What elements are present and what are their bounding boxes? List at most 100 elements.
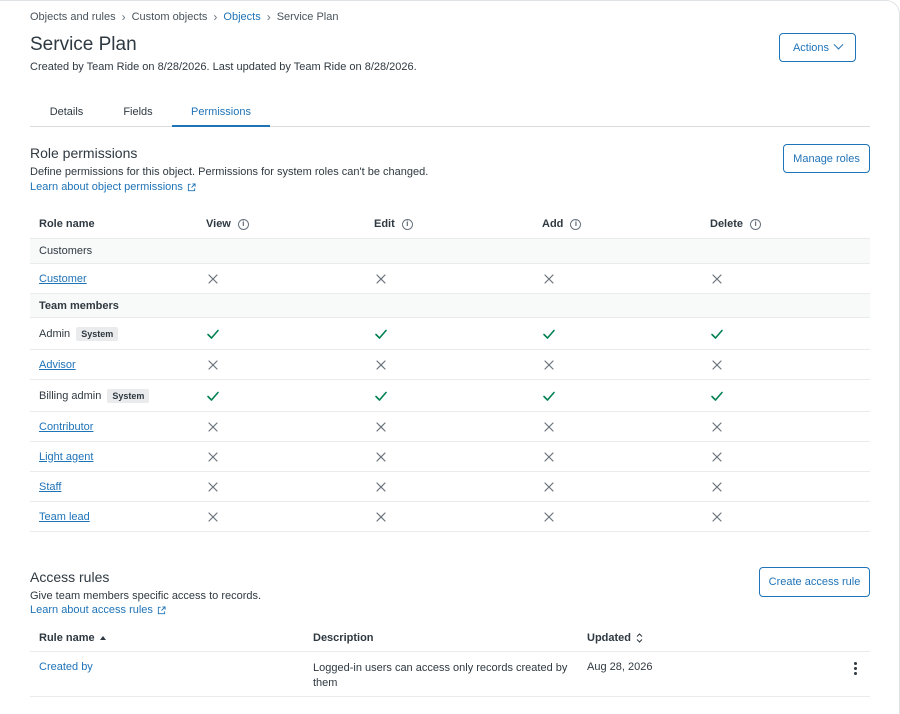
add-permission-cell	[542, 264, 556, 293]
edit-permission-cell	[374, 442, 388, 471]
learn-access-rules-link[interactable]: Learn about access rules	[30, 604, 166, 616]
x-icon	[208, 359, 218, 370]
delete-permission-cell	[710, 502, 724, 531]
role-cell: Advisor	[39, 350, 76, 379]
view-permission-cell	[206, 502, 220, 531]
role-link[interactable]: Staff	[39, 481, 61, 493]
tab-fields[interactable]: Fields	[103, 98, 173, 126]
rule-name-link[interactable]: Created by	[39, 661, 93, 673]
breadcrumb: Objects and rules › Custom objects › Obj…	[30, 10, 338, 24]
delete-permission-cell	[710, 350, 724, 379]
view-permission-cell	[206, 412, 220, 441]
add-permission-cell	[542, 350, 556, 379]
role-link[interactable]: Light agent	[39, 451, 93, 463]
col-role-name: Role name	[39, 218, 95, 230]
group-row: Customers	[30, 239, 870, 264]
check-icon	[711, 391, 723, 401]
info-icon[interactable]: i	[401, 218, 413, 230]
x-icon	[376, 359, 386, 370]
role-permissions-title: Role permissions	[30, 145, 138, 161]
role-link[interactable]: Customer	[39, 273, 87, 285]
check-icon	[543, 391, 555, 401]
system-badge: System	[107, 388, 150, 403]
x-icon	[712, 273, 722, 284]
manage-roles-button[interactable]: Manage roles	[783, 144, 870, 173]
x-icon	[544, 273, 554, 284]
info-icon[interactable]: i	[237, 218, 249, 230]
access-rules-body: Created by Logged-in users can access onl…	[30, 652, 870, 697]
learn-object-permissions-label: Learn about object permissions	[30, 181, 183, 193]
view-permission-cell	[206, 380, 220, 411]
x-icon	[712, 511, 722, 522]
role-link[interactable]: Team lead	[39, 511, 90, 523]
x-icon	[712, 481, 722, 492]
x-icon	[544, 511, 554, 522]
edit-permission-cell	[374, 472, 388, 501]
tab-bar: Details Fields Permissions	[30, 98, 870, 127]
breadcrumb-objects-and-rules[interactable]: Objects and rules	[30, 11, 116, 23]
permissions-table: Role name View i Edit i Add i Delete i Custo…	[30, 210, 870, 532]
permission-row: Staff	[30, 472, 870, 502]
edit-permission-cell	[374, 350, 388, 379]
col-updated[interactable]: Updated	[587, 625, 643, 651]
sort-ascending-icon	[99, 636, 106, 640]
kebab-dot	[854, 662, 857, 665]
role-name: Admin	[39, 327, 71, 340]
access-rules-table: Rule name Description Updated Created by…	[30, 625, 870, 697]
add-permission-cell	[542, 318, 556, 349]
access-rules-title: Access rules	[30, 569, 110, 585]
role-cell: Light agent	[39, 442, 93, 471]
more-options-icon[interactable]	[854, 652, 857, 696]
edit-permission-cell	[374, 264, 388, 293]
x-icon	[544, 421, 554, 432]
col-add-label: Add	[542, 218, 564, 230]
x-icon	[712, 359, 722, 370]
x-icon	[208, 421, 218, 432]
breadcrumb-custom-objects[interactable]: Custom objects	[132, 11, 208, 23]
delete-permission-cell	[710, 412, 724, 441]
add-permission-cell	[542, 412, 556, 441]
delete-permission-cell	[710, 318, 724, 349]
learn-object-permissions-link[interactable]: Learn about object permissions	[30, 181, 196, 193]
role-link[interactable]: Contributor	[39, 421, 93, 433]
x-icon	[376, 481, 386, 492]
col-description: Description	[313, 632, 374, 644]
actions-button[interactable]: Actions	[779, 33, 856, 62]
add-permission-cell	[542, 472, 556, 501]
delete-permission-cell	[710, 472, 724, 501]
permission-row: Customer	[30, 264, 870, 294]
breadcrumb-objects[interactable]: Objects	[223, 11, 260, 23]
permission-row: Admin System	[30, 318, 870, 350]
role-permissions-description: Define permissions for this object. Perm…	[30, 166, 429, 178]
col-rule-name[interactable]: Rule name	[39, 625, 106, 651]
delete-permission-cell	[710, 264, 724, 293]
add-permission-cell	[542, 442, 556, 471]
actions-label: Actions	[792, 41, 830, 54]
tab-permissions[interactable]: Permissions	[172, 98, 270, 127]
create-access-rule-button[interactable]: Create access rule	[759, 567, 870, 597]
col-delete-label: Delete	[710, 218, 744, 230]
role-name: Billing admin	[39, 389, 102, 402]
role-cell: Customer	[39, 264, 87, 293]
col-add: Add i	[542, 210, 582, 238]
x-icon	[376, 451, 386, 462]
x-icon	[544, 481, 554, 492]
role-link[interactable]: Advisor	[39, 359, 76, 371]
info-icon[interactable]: i	[570, 218, 582, 230]
permissions-header-row: Role name View i Edit i Add i Delete i	[30, 210, 870, 239]
sort-icon	[636, 633, 643, 643]
add-permission-cell	[542, 380, 556, 411]
delete-permission-cell	[710, 442, 724, 471]
breadcrumb-separator-icon: ›	[266, 10, 271, 24]
check-icon	[207, 329, 219, 339]
view-permission-cell	[206, 264, 220, 293]
check-icon	[543, 329, 555, 339]
access-rule-row: Created by Logged-in users can access onl…	[30, 652, 870, 697]
breadcrumb-separator-icon: ›	[213, 10, 218, 24]
x-icon	[376, 273, 386, 284]
tab-details[interactable]: Details	[30, 98, 103, 126]
info-icon[interactable]: i	[750, 218, 762, 230]
page-title: Service Plan	[30, 34, 137, 55]
permission-row: Contributor	[30, 412, 870, 442]
x-icon	[712, 421, 722, 432]
